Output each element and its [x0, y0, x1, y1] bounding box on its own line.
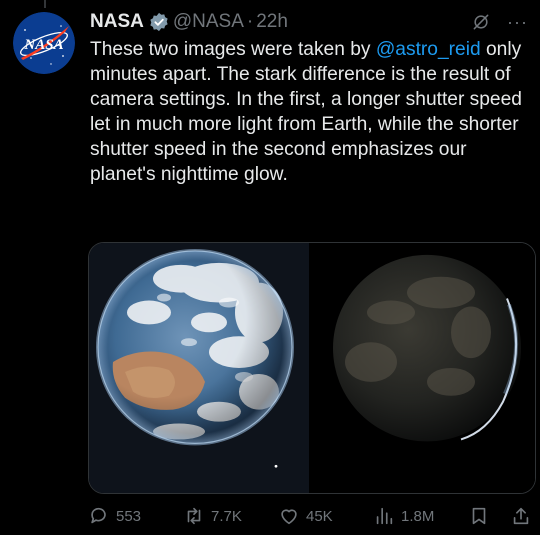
tweet-actions: 553 7.7K 45K 1.8M [88, 505, 536, 531]
repost-count: 7.7K [211, 507, 242, 525]
views-icon [376, 507, 393, 525]
share-icon [513, 507, 529, 525]
thread-connector-line [44, 0, 46, 8]
view-count: 1.8M [401, 507, 435, 525]
tweet-text-intro: These two images were taken by [90, 39, 376, 60]
tweet-timestamp[interactable]: 22h [256, 11, 288, 33]
earth-photo-dark[interactable] [311, 243, 535, 493]
verified-badge-icon[interactable] [149, 12, 169, 32]
tweet-header: NASA @NASA · 22h ··· [90, 8, 528, 36]
earth-photo-bright[interactable] [89, 243, 309, 493]
reply-count: 553 [116, 507, 142, 525]
like-count: 45K [306, 507, 333, 525]
avatar[interactable]: NASA [13, 12, 75, 74]
media-grid [88, 242, 536, 494]
reply-icon [91, 507, 106, 524]
share-button[interactable] [510, 505, 532, 527]
more-icon[interactable]: ··· [507, 13, 528, 31]
tweet-text-body: only minutes apart. The stark difference… [90, 39, 522, 185]
like-button[interactable]: 45K [278, 505, 333, 527]
reply-button[interactable]: 553 [88, 505, 141, 527]
author-name[interactable]: NASA [90, 11, 144, 33]
author-handle[interactable]: @NASA [173, 11, 244, 33]
grok-icon[interactable] [471, 12, 491, 32]
separator-dot: · [246, 11, 254, 32]
svg-text:NASA: NASA [23, 37, 63, 53]
tweet-text: These two images were taken by @astro_re… [90, 37, 530, 187]
repost-icon [187, 507, 201, 525]
views-button[interactable]: 1.8M [373, 505, 434, 527]
heart-icon [281, 509, 297, 525]
repost-button[interactable]: 7.7K [183, 505, 242, 527]
mention-link[interactable]: @astro_reid [376, 39, 481, 60]
nasa-logo-icon: NASA [13, 12, 75, 74]
bookmark-icon [472, 507, 486, 525]
bookmark-button[interactable] [468, 505, 490, 527]
